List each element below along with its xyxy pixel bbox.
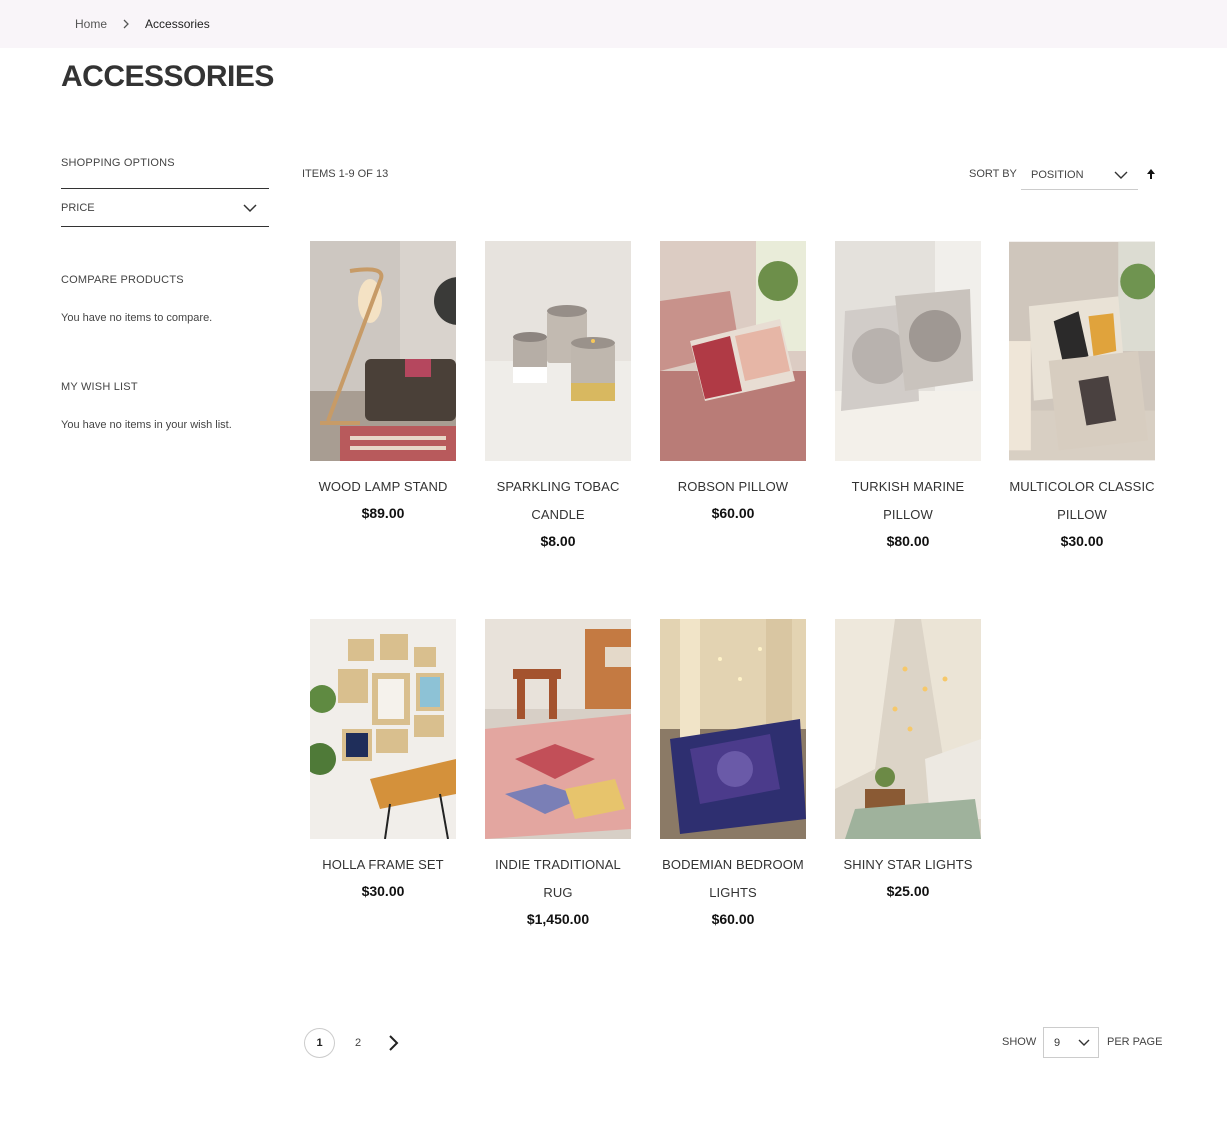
product-price: $30.00	[361, 883, 405, 899]
breadcrumb-home-link[interactable]: Home	[75, 17, 107, 31]
wishlist-heading: MY WISH LIST	[61, 381, 138, 393]
product-image-holla-frame-set[interactable]	[310, 619, 456, 839]
product-image-shiny-star-lights[interactable]	[835, 619, 981, 839]
product-name[interactable]: SHINY STAR LIGHTS	[835, 851, 981, 879]
price-filter[interactable]: PRICE	[61, 188, 269, 227]
product-image-wood-lamp-stand[interactable]	[310, 241, 456, 461]
sort-by-value: POSITION	[1031, 168, 1084, 181]
limiter-select[interactable]: 9	[1043, 1027, 1099, 1058]
chevron-down-icon	[243, 203, 257, 212]
product-card: TURKISH MARINE PILLOW $80.00	[835, 241, 981, 549]
product-card: MULTICOLOR CLASSIC PILLOW $30.00	[1009, 241, 1155, 549]
wishlist-empty-text: You have no items in your wish list.	[61, 419, 232, 431]
product-price: $30.00	[1060, 533, 1104, 549]
product-card: SPARKLING TOBAC CANDLE $8.00	[485, 241, 631, 549]
product-price: $60.00	[711, 505, 755, 521]
product-price: $1,450.00	[526, 911, 590, 927]
product-card: WOOD LAMP STAND $89.00	[310, 241, 456, 521]
product-name[interactable]: TURKISH MARINE PILLOW	[835, 473, 981, 529]
breadcrumb-bar: Home Accessories	[0, 0, 1227, 48]
product-image-turkish-marine-pillow[interactable]	[835, 241, 981, 461]
page-link-2[interactable]: 2	[355, 1037, 361, 1049]
product-image-robson-pillow[interactable]	[660, 241, 806, 461]
product-price: $80.00	[886, 533, 930, 549]
product-name[interactable]: INDIE TRADITIONAL RUG	[485, 851, 631, 907]
product-price: $89.00	[361, 505, 405, 521]
sort-by-select[interactable]: POSITION	[1021, 160, 1138, 190]
limiter-suffix: PER PAGE	[1107, 1036, 1163, 1048]
product-card: HOLLA FRAME SET $30.00	[310, 619, 456, 899]
product-card: ROBSON PILLOW $60.00	[660, 241, 806, 521]
breadcrumb-current: Accessories	[145, 17, 210, 31]
chevron-down-icon	[1078, 1039, 1090, 1046]
compare-products-heading: COMPARE PRODUCTS	[61, 274, 184, 286]
product-price: $25.00	[886, 883, 930, 899]
limiter-label: SHOW	[1002, 1036, 1037, 1048]
sidebar: SHOPPING OPTIONS PRICE COMPARE PRODUCTS …	[61, 157, 269, 431]
product-image-multicolor-classic-pillow[interactable]	[1009, 241, 1155, 461]
product-card: INDIE TRADITIONAL RUG $1,450.00	[485, 619, 631, 927]
price-filter-label: PRICE	[61, 201, 95, 214]
chevron-right-icon	[123, 19, 129, 29]
product-name[interactable]: ROBSON PILLOW	[660, 473, 806, 501]
product-image-indie-traditional-rug[interactable]	[485, 619, 631, 839]
product-card: BODEMIAN BEDROOM LIGHTS $60.00	[660, 619, 806, 927]
product-name[interactable]: BODEMIAN BEDROOM LIGHTS	[660, 851, 806, 907]
limiter-value: 9	[1054, 1036, 1061, 1049]
sort-by-label: SORT BY	[969, 168, 1017, 180]
product-price: $8.00	[540, 533, 576, 549]
page-title: ACCESSORIES	[61, 60, 274, 93]
compare-empty-text: You have no items to compare.	[61, 312, 213, 324]
product-card: SHINY STAR LIGHTS $25.00	[835, 619, 981, 899]
toolbar-item-count: ITEMS 1-9 OF 13	[302, 168, 389, 180]
breadcrumb: Home Accessories	[75, 17, 210, 31]
chevron-right-icon[interactable]	[387, 1034, 401, 1052]
product-name[interactable]: HOLLA FRAME SET	[310, 851, 456, 879]
product-name[interactable]: SPARKLING TOBAC CANDLE	[485, 473, 631, 529]
chevron-down-icon	[1114, 171, 1128, 179]
shopping-options-heading: SHOPPING OPTIONS	[61, 157, 175, 169]
product-image-bodemian-bedroom-lights[interactable]	[660, 619, 806, 839]
product-name[interactable]: WOOD LAMP STAND	[310, 473, 456, 501]
product-price: $60.00	[711, 911, 755, 927]
product-name[interactable]: MULTICOLOR CLASSIC PILLOW	[1009, 473, 1155, 529]
sort-direction-arrow-up-icon[interactable]	[1144, 167, 1158, 181]
pagination: 1 2	[304, 1028, 401, 1058]
page-current: 1	[304, 1028, 335, 1058]
product-image-sparkling-tobac-candle[interactable]	[485, 241, 631, 461]
